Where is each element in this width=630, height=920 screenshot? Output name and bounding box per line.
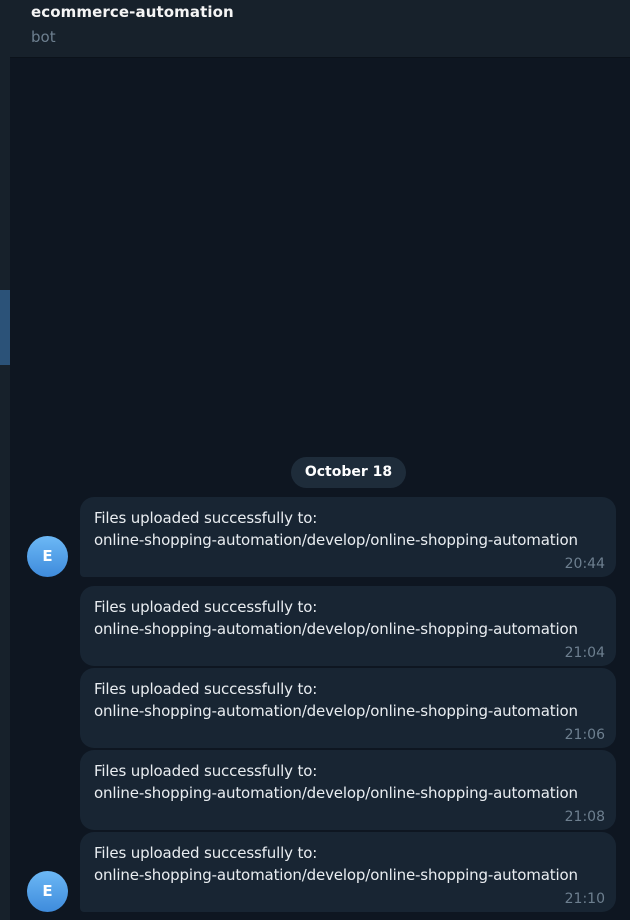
message-bubble[interactable]: Files uploaded successfully to: online-s… bbox=[80, 750, 616, 830]
chat-window: ecommerce-automation bot October 18 File… bbox=[0, 0, 630, 920]
chat-subtitle: bot bbox=[31, 28, 56, 46]
bot-avatar[interactable]: E bbox=[27, 871, 68, 912]
message-time: 20:44 bbox=[564, 556, 605, 572]
message-time: 21:10 bbox=[564, 891, 605, 907]
message-text-line: online-shopping-automation/develop/onlin… bbox=[94, 620, 578, 638]
message-bubble[interactable]: Files uploaded successfully to: online-s… bbox=[80, 832, 616, 912]
chat-list-strip[interactable] bbox=[0, 0, 10, 920]
bot-avatar[interactable]: E bbox=[27, 536, 68, 577]
message-bubble[interactable]: Files uploaded successfully to: online-s… bbox=[80, 497, 616, 577]
message-text-line: online-shopping-automation/develop/onlin… bbox=[94, 784, 578, 802]
message-text-line: Files uploaded successfully to: bbox=[94, 509, 318, 527]
chat-header[interactable]: ecommerce-automation bot bbox=[10, 0, 630, 58]
message-text-line: online-shopping-automation/develop/onlin… bbox=[94, 531, 578, 549]
chat-title: ecommerce-automation bbox=[31, 3, 234, 21]
date-separator[interactable]: October 18 bbox=[291, 457, 406, 488]
message-time: 21:04 bbox=[564, 645, 605, 661]
message-text-line: online-shopping-automation/develop/onlin… bbox=[94, 866, 578, 884]
message-text-line: Files uploaded successfully to: bbox=[94, 844, 318, 862]
message-time: 21:08 bbox=[564, 809, 605, 825]
message-text-line: Files uploaded successfully to: bbox=[94, 762, 318, 780]
message-bubble[interactable]: Files uploaded successfully to: online-s… bbox=[80, 668, 616, 748]
message-time: 21:06 bbox=[564, 727, 605, 743]
message-bubble[interactable]: Files uploaded successfully to: online-s… bbox=[80, 586, 616, 666]
active-chat-indicator bbox=[0, 290, 10, 365]
message-text-line: online-shopping-automation/develop/onlin… bbox=[94, 702, 578, 720]
message-text-line: Files uploaded successfully to: bbox=[94, 680, 318, 698]
message-text-line: Files uploaded successfully to: bbox=[94, 598, 318, 616]
